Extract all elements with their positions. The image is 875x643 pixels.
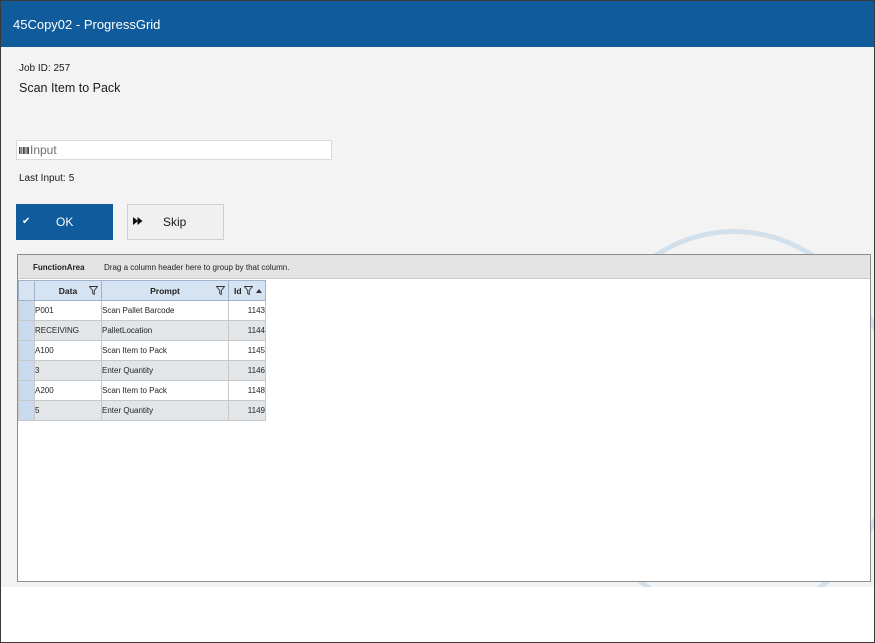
row-indicator[interactable] [18,320,35,341]
title-bar: 45Copy02 - ProgressGrid [1,1,874,47]
column-header-id[interactable]: Id [228,280,266,301]
main-content: Job ID: 257 Scan Item to Pack Last Input… [1,47,874,619]
row-indicator[interactable] [18,300,35,321]
prompt-text: Scan Item to Pack [19,81,121,95]
data-table: Data Prompt Id P001 Scan Pallet Barcode … [18,280,266,421]
checkmark-icon: ✔ [22,216,31,227]
cell-data[interactable]: P001 [34,300,102,321]
row-indicator-header [18,280,35,301]
cell-prompt[interactable]: Enter Quantity [101,400,229,421]
filter-icon[interactable] [244,286,253,295]
cell-id[interactable]: 1149 [228,400,266,421]
cell-prompt[interactable]: Scan Item to Pack [101,340,229,361]
row-indicator[interactable] [18,400,35,421]
column-header-prompt-label: Prompt [150,285,180,296]
row-indicator[interactable] [18,360,35,381]
input-field-container[interactable] [16,140,332,160]
barcode-icon [19,147,29,154]
job-id-value: 257 [53,63,71,74]
cell-id[interactable]: 1143 [228,300,266,321]
cell-prompt[interactable]: Scan Pallet Barcode [101,300,229,321]
cell-data[interactable]: A100 [34,340,102,361]
job-id-label: Job ID: [19,63,51,74]
column-header-data[interactable]: Data [34,280,102,301]
window-title: 45Copy02 - ProgressGrid [13,17,161,32]
input-field[interactable] [30,142,328,158]
cell-data[interactable]: A200 [34,380,102,401]
job-id: Job ID: 257 [19,63,70,74]
cell-id[interactable]: 1146 [228,360,266,381]
last-input-value: 5 [68,173,75,184]
skip-button[interactable]: Skip [127,204,224,240]
app-window: 45Copy02 - ProgressGrid Job ID: 257 Scan… [0,0,875,643]
cell-data[interactable]: 5 [34,400,102,421]
skip-button-label: Skip [163,215,187,229]
row-indicator[interactable] [18,340,35,361]
column-header-data-label: Data [58,285,78,296]
table-row[interactable]: RECEIVING PalletLocation 1144 [18,320,266,341]
group-panel[interactable]: FunctionArea Drag a column header here t… [18,255,870,279]
ok-button-label: OK [56,215,74,229]
fast-forward-icon [133,217,143,225]
cell-prompt[interactable]: Scan Item to Pack [101,380,229,401]
cell-data[interactable]: RECEIVING [34,320,102,341]
filter-icon[interactable] [89,286,98,295]
table-row[interactable]: P001 Scan Pallet Barcode 1143 [18,300,266,321]
table-row[interactable]: 3 Enter Quantity 1146 [18,360,266,381]
cell-prompt[interactable]: Enter Quantity [101,360,229,381]
cell-id[interactable]: 1145 [228,340,266,361]
last-input-label: Last Input: [19,173,66,184]
group-panel-title: FunctionArea [33,263,85,272]
table-row[interactable]: A200 Scan Item to Pack 1148 [18,380,266,401]
sort-ascending-icon [256,289,262,293]
row-indicator[interactable] [18,380,35,401]
group-panel-hint: Drag a column header here to group by th… [104,263,290,272]
table-row[interactable]: 5 Enter Quantity 1149 [18,400,266,421]
ok-button[interactable]: ✔ OK [16,204,113,240]
bottom-area [1,587,874,642]
cell-data[interactable]: 3 [34,360,102,381]
filter-icon[interactable] [216,286,225,295]
cell-id[interactable]: 1144 [228,320,266,341]
last-input: Last Input: 5 [19,173,74,184]
column-header-id-label: Id [234,285,242,296]
cell-prompt[interactable]: PalletLocation [101,320,229,341]
table-row[interactable]: A100 Scan Item to Pack 1145 [18,340,266,361]
cell-id[interactable]: 1148 [228,380,266,401]
column-header-prompt[interactable]: Prompt [101,280,229,301]
progress-grid: FunctionArea Drag a column header here t… [17,254,871,582]
